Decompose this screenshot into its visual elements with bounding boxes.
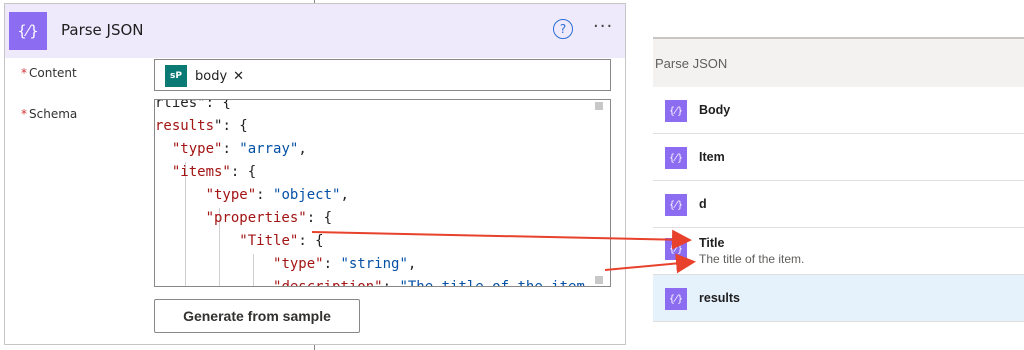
arrow-title-description (604, 253, 696, 274)
arrow-title-key (311, 229, 692, 250)
annotation-arrows (311, 229, 696, 274)
